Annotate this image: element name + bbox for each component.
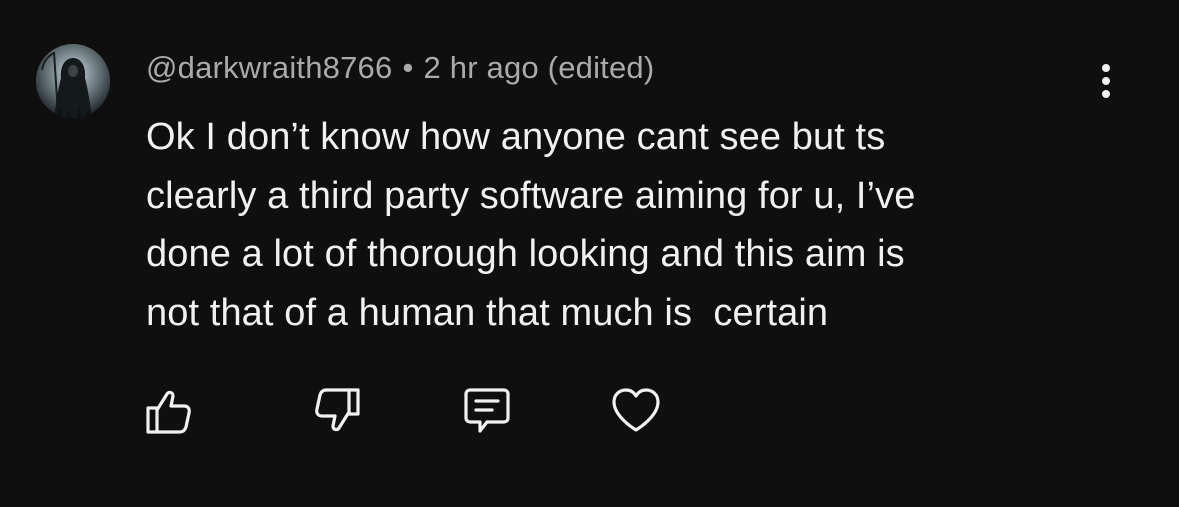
comment-meta: @darkwraith8766 • 2 hr ago (edited) [146,50,654,86]
thumbs-up-icon [146,390,191,434]
thumbs-down-icon [315,388,360,432]
comment-text: Ok I don’t know how anyone cant see but … [146,116,916,334]
heart-icon [612,388,660,432]
more-button[interactable] [1090,60,1122,102]
comment-timestamp[interactable]: 2 hr ago (edited) [424,50,655,85]
meta-separator: • [402,50,414,85]
like-button[interactable] [140,380,200,440]
grim-reaper-avatar-icon [36,44,110,118]
avatar[interactable] [36,44,110,118]
more-vertical-icon [1102,64,1110,98]
comment-reply-icon [464,388,510,433]
heart-button[interactable] [606,380,666,440]
reply-button[interactable] [456,380,516,440]
dislike-button[interactable] [306,380,366,440]
author-name[interactable]: @darkwraith8766 [146,50,392,85]
comment-card: @darkwraith8766 • 2 hr ago (edited) Ok I d… [0,0,1179,507]
